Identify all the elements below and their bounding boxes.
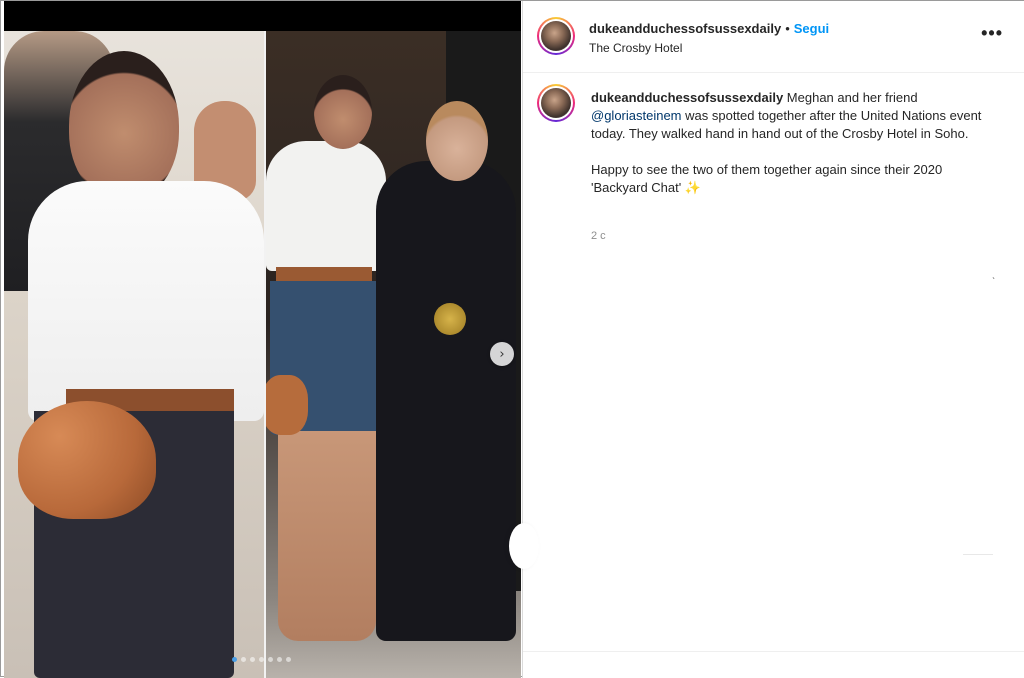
meghan-legs (278, 431, 376, 641)
white-shirt (28, 181, 264, 421)
avatar-image (541, 21, 571, 51)
caption-mention-link[interactable]: @gloriasteinem (591, 108, 682, 123)
author-username[interactable]: dukeandduchessofsussexdaily (589, 21, 781, 36)
carousel-dot (268, 657, 273, 662)
woven-clutch (18, 401, 156, 519)
carousel-dots (232, 657, 291, 662)
carousel-dot (259, 657, 264, 662)
overlay-shape (509, 523, 539, 569)
carousel-dot (277, 657, 282, 662)
woven-clutch-small (266, 375, 308, 435)
post-sidebar: dukeandduchessofsussexdaily • Segui The Cr… (509, 1, 1024, 678)
comment-divider (523, 651, 1024, 652)
meghan-head (314, 75, 372, 149)
follow-button[interactable]: Segui (794, 21, 829, 36)
meghan-figure-shirt (266, 141, 386, 271)
photo-panel-left (4, 31, 264, 678)
avatar-image (541, 88, 571, 118)
post-media[interactable]: › (4, 1, 521, 678)
separator-dot: • (785, 21, 790, 36)
carousel-dot (250, 657, 255, 662)
photo-panel-right (266, 31, 521, 678)
carousel-dot (232, 657, 237, 662)
post-timestamp[interactable]: 2 с (591, 230, 606, 242)
gloria-belt-buckle (434, 303, 466, 335)
post-caption: dukeandduchessofsussexdaily Meghan and h… (591, 89, 991, 215)
next-photo-button[interactable]: › (490, 342, 514, 366)
faint-divider (963, 554, 993, 555)
carousel-dot (286, 657, 291, 662)
gloria-figure (376, 161, 516, 641)
post-header: dukeandduchessofsussexdaily • Segui The Cr… (523, 1, 1024, 73)
caption-author[interactable]: dukeandduchessofsussexdaily (591, 90, 783, 105)
meghan-belt (276, 267, 372, 281)
post-location[interactable]: The Crosby Hotel (589, 41, 682, 55)
instagram-post-frame: › dukeandduchessofsussexdaily • Segui The … (0, 0, 1024, 678)
caption-paragraph-1: dukeandduchessofsussexdaily Meghan and h… (591, 89, 991, 143)
caption-avatar[interactable] (537, 84, 575, 122)
carousel-dot (241, 657, 246, 662)
author-avatar[interactable] (537, 17, 575, 55)
header-user-line: dukeandduchessofsussexdaily • Segui (589, 20, 829, 38)
woman-head (69, 51, 179, 201)
caption-paragraph-2: Happy to see the two of them together ag… (591, 162, 943, 195)
chevron-right-icon: › (499, 346, 505, 362)
gloria-head (426, 101, 488, 181)
cursor-mark: ˋ (992, 277, 996, 288)
more-options-icon[interactable]: ••• (981, 23, 1003, 44)
caption-text-before: Meghan and her friend (783, 90, 918, 105)
media-top-bar (4, 1, 521, 31)
